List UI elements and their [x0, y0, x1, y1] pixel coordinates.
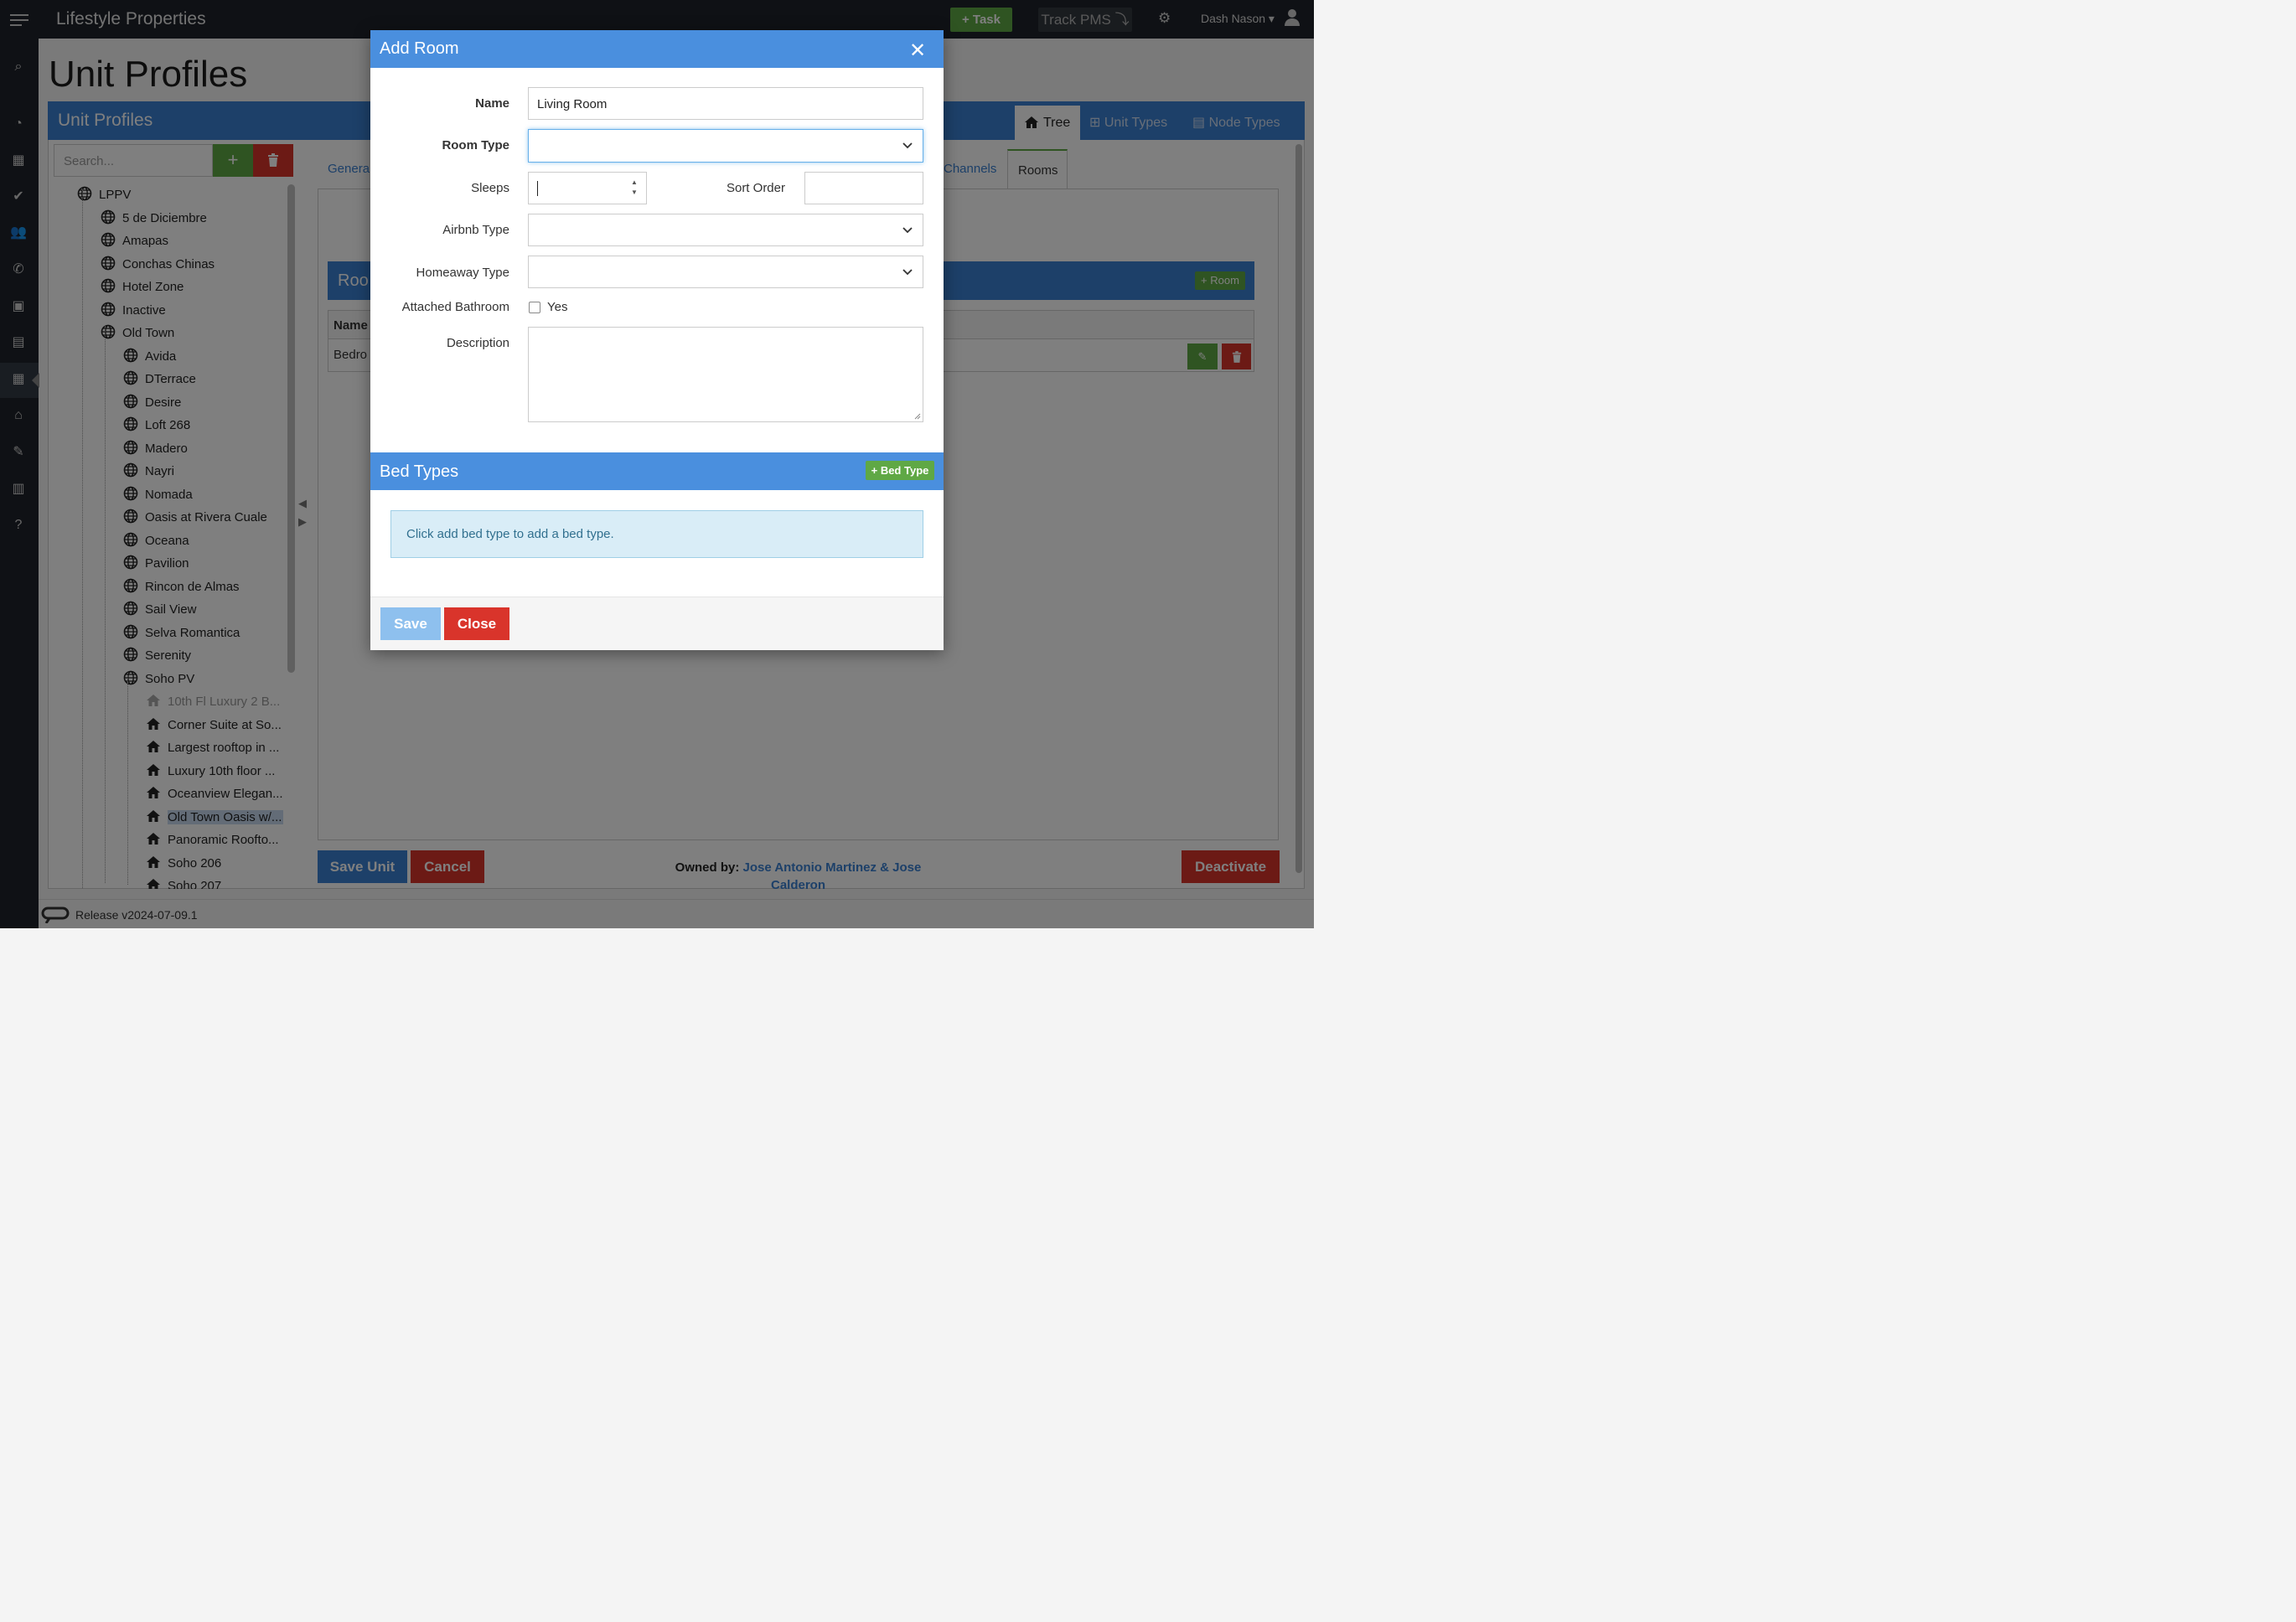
modal-title: Add Room [380, 39, 459, 58]
homeaway-type-label: Homeaway Type [416, 266, 509, 280]
airbnb-type-select[interactable] [528, 214, 923, 246]
attached-bathroom-yes[interactable]: Yes [547, 300, 567, 314]
add-room-modal: Add Room ✕ Name Living Room Room Type Sl… [370, 30, 944, 650]
save-button[interactable]: Save [380, 607, 441, 640]
name-input[interactable]: Living Room [528, 87, 923, 120]
text-cursor [537, 181, 538, 196]
chevron-down-icon [902, 227, 913, 234]
attached-bathroom-checkbox[interactable] [529, 302, 540, 313]
room-type-label: Room Type [442, 138, 509, 152]
close-button[interactable]: Close [444, 607, 509, 640]
resize-handle-icon[interactable] [914, 413, 921, 420]
bed-types-header: Bed Types [370, 452, 944, 490]
room-type-select[interactable] [528, 129, 923, 163]
description-textarea[interactable] [528, 327, 923, 422]
attached-bathroom-label: Attached Bathroom [401, 300, 509, 314]
description-label: Description [446, 336, 509, 350]
close-icon[interactable]: ✕ [909, 41, 926, 61]
sleeps-label: Sleeps [471, 181, 509, 195]
chevron-down-icon [902, 269, 913, 276]
airbnb-type-label: Airbnb Type [442, 223, 509, 237]
sort-order-label: Sort Order [726, 181, 785, 195]
sleeps-input[interactable]: ▲ ▼ [528, 172, 647, 204]
modal-footer: Save Close [370, 597, 944, 650]
bed-types-title: Bed Types [380, 462, 459, 481]
number-spinner[interactable]: ▲ ▼ [631, 178, 638, 198]
name-label: Name [475, 96, 509, 111]
modal-header: Add Room ✕ [370, 30, 944, 68]
sort-order-input[interactable] [804, 172, 923, 204]
add-bed-type-button[interactable]: + Bed Type [866, 461, 934, 480]
homeaway-type-select[interactable] [528, 256, 923, 288]
bed-types-info: Click add bed type to add a bed type. [390, 510, 923, 558]
chevron-down-icon [902, 142, 913, 149]
